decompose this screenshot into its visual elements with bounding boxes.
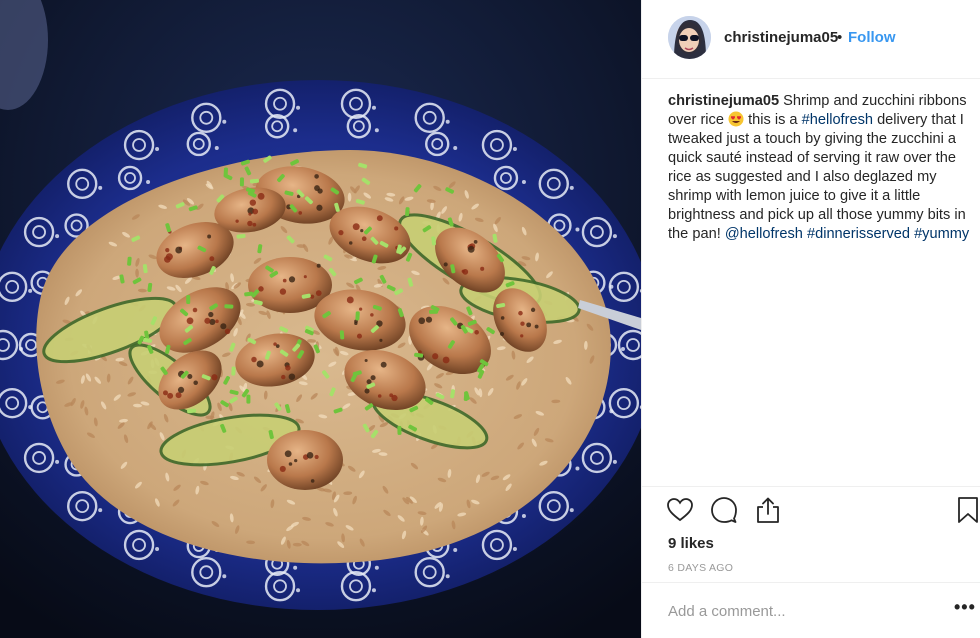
post-caption: christinejuma05 Shrimp and zucchini ribb…: [668, 92, 980, 244]
follow-button[interactable]: Follow: [848, 29, 896, 46]
shrimp-dish-image: [0, 0, 641, 638]
likes-count[interactable]: 9 likes: [668, 535, 714, 552]
caption-text: delivery that I tweaked just a touch by …: [668, 112, 966, 242]
heart-eyes-emoji-icon: [728, 111, 744, 127]
avatar[interactable]: [668, 16, 711, 59]
like-button[interactable]: [666, 496, 694, 524]
actions-divider: [642, 486, 980, 487]
hashtag-link[interactable]: #yummy: [914, 226, 969, 242]
hashtag-link[interactable]: #dinnerisserved: [807, 226, 910, 242]
heart-icon: [667, 498, 693, 522]
post-photo[interactable]: [0, 0, 641, 638]
comment-input[interactable]: [668, 599, 928, 623]
caption-text: this is a: [744, 112, 802, 128]
caption-username[interactable]: christinejuma05: [668, 93, 779, 109]
separator-dot: •: [837, 29, 843, 46]
post-side-panel: christinejuma05 • Follow christinejuma05…: [641, 0, 980, 638]
more-options-icon[interactable]: •••: [954, 598, 978, 621]
bookmark-icon: [958, 497, 978, 523]
save-button[interactable]: [954, 496, 980, 524]
header-username[interactable]: christinejuma05: [724, 29, 838, 46]
comment-button[interactable]: [710, 496, 738, 524]
share-button[interactable]: [754, 496, 782, 524]
hashtag-link[interactable]: #hellofresh: [802, 112, 873, 128]
post-timestamp: 6 DAYS AGO: [668, 562, 734, 574]
comment-bubble-icon: [711, 497, 737, 523]
mention-link[interactable]: @hellofresh: [725, 226, 803, 242]
comment-section: •••: [642, 582, 980, 638]
share-icon: [757, 497, 779, 523]
post-header: christinejuma05 • Follow: [642, 0, 980, 79]
